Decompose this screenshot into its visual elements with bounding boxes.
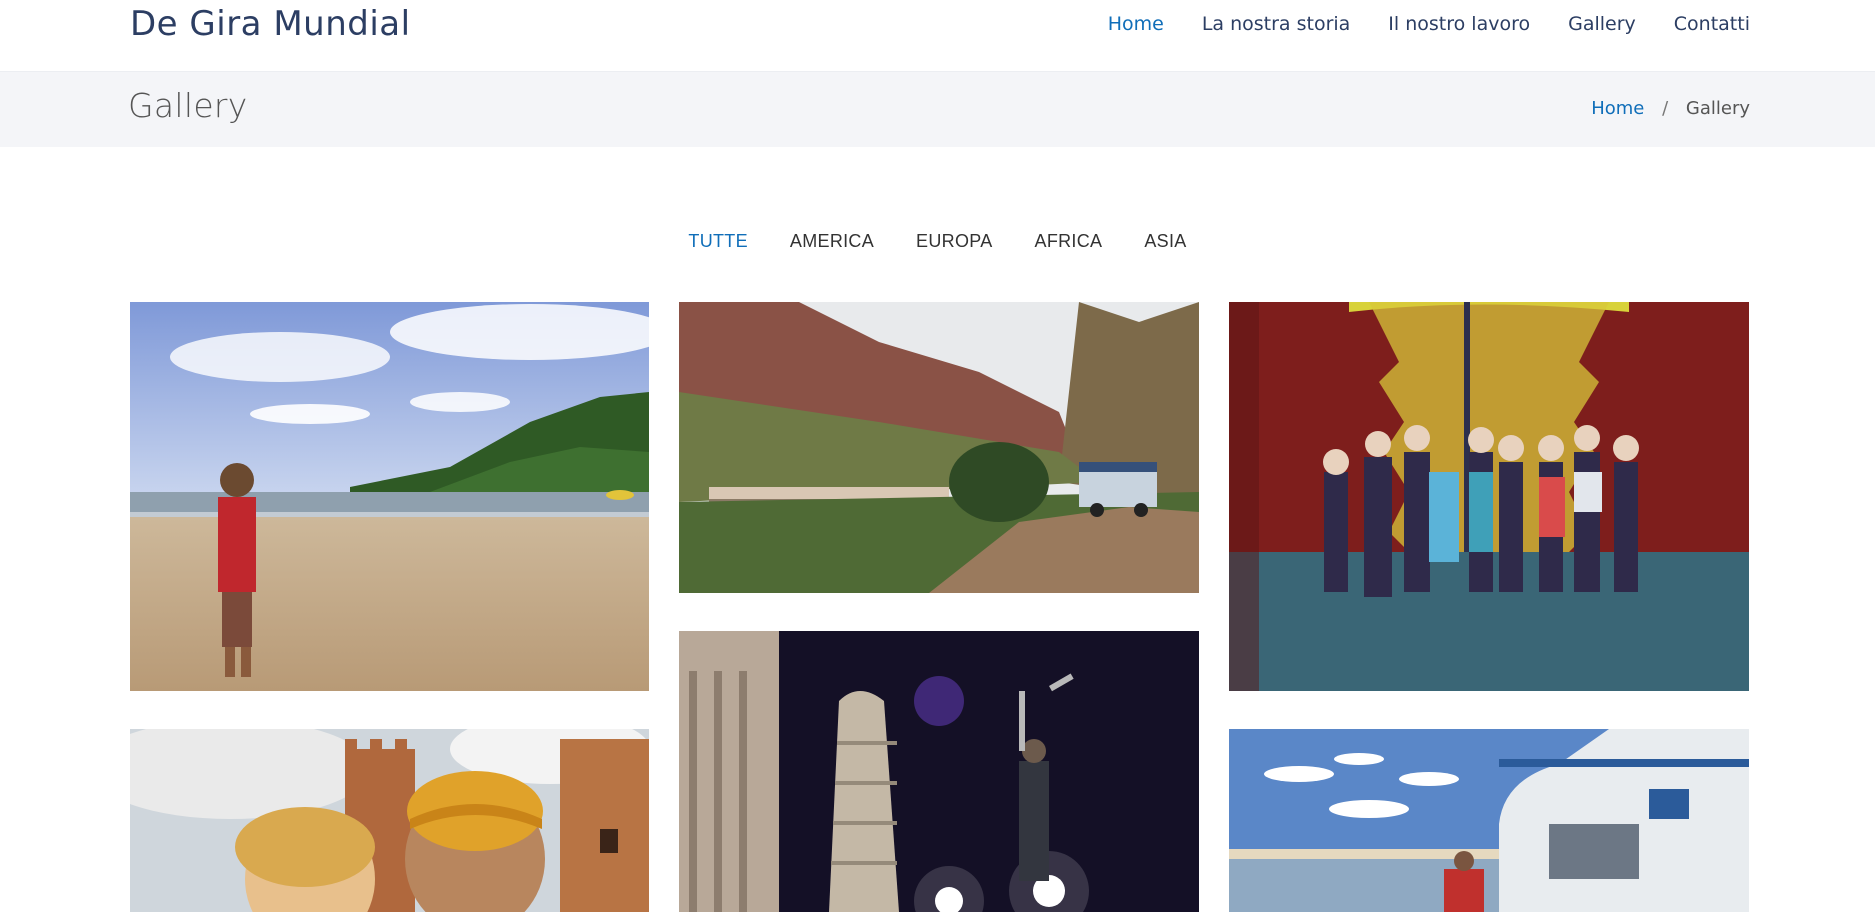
- gallery-photo-camper-beach[interactable]: [1229, 729, 1749, 912]
- gallery-photo-circus[interactable]: [1229, 302, 1749, 691]
- circus-photo-image: [1229, 302, 1749, 691]
- gallery-filters: TUTTE AMERICA EUROPA AFRICA ASIA: [0, 231, 1875, 252]
- site-logo[interactable]: De Gira Mundial: [130, 4, 411, 44]
- nav-our-story[interactable]: La nostra storia: [1202, 13, 1350, 35]
- breadcrumb: Home / Gallery: [1591, 98, 1750, 119]
- nav-home[interactable]: Home: [1108, 13, 1164, 35]
- filter-america[interactable]: AMERICA: [769, 231, 895, 252]
- breadcrumb-current: Gallery: [1685, 98, 1750, 119]
- gallery-photo-kasbah[interactable]: [130, 729, 649, 912]
- canyon-photo-image: [679, 302, 1199, 593]
- pisa-photo-image: [679, 631, 1199, 912]
- nav-contacts[interactable]: Contatti: [1674, 13, 1750, 35]
- filter-all[interactable]: TUTTE: [667, 231, 769, 252]
- filter-africa[interactable]: AFRICA: [1014, 231, 1124, 252]
- site-header: De Gira Mundial Home La nostra storia Il…: [0, 0, 1875, 71]
- gallery-photo-beach[interactable]: [130, 302, 649, 691]
- filter-europe[interactable]: EUROPA: [895, 231, 1013, 252]
- nav-our-work[interactable]: Il nostro lavoro: [1388, 13, 1530, 35]
- beach-photo-image: [130, 302, 649, 691]
- gallery-photo-pisa[interactable]: [679, 631, 1199, 912]
- breadcrumb-home-link[interactable]: Home: [1591, 98, 1644, 119]
- nav-gallery[interactable]: Gallery: [1568, 13, 1636, 35]
- filter-asia[interactable]: ASIA: [1123, 231, 1207, 252]
- kasbah-photo-image: [130, 729, 649, 912]
- main-nav: Home La nostra storia Il nostro lavoro G…: [1108, 13, 1750, 35]
- page-title: Gallery: [128, 86, 248, 125]
- breadcrumb-separator: /: [1662, 98, 1669, 119]
- breadcrumbs-band: Gallery Home / Gallery: [0, 71, 1875, 147]
- camper-beach-photo-image: [1229, 729, 1749, 912]
- gallery-photo-canyon[interactable]: [679, 302, 1199, 593]
